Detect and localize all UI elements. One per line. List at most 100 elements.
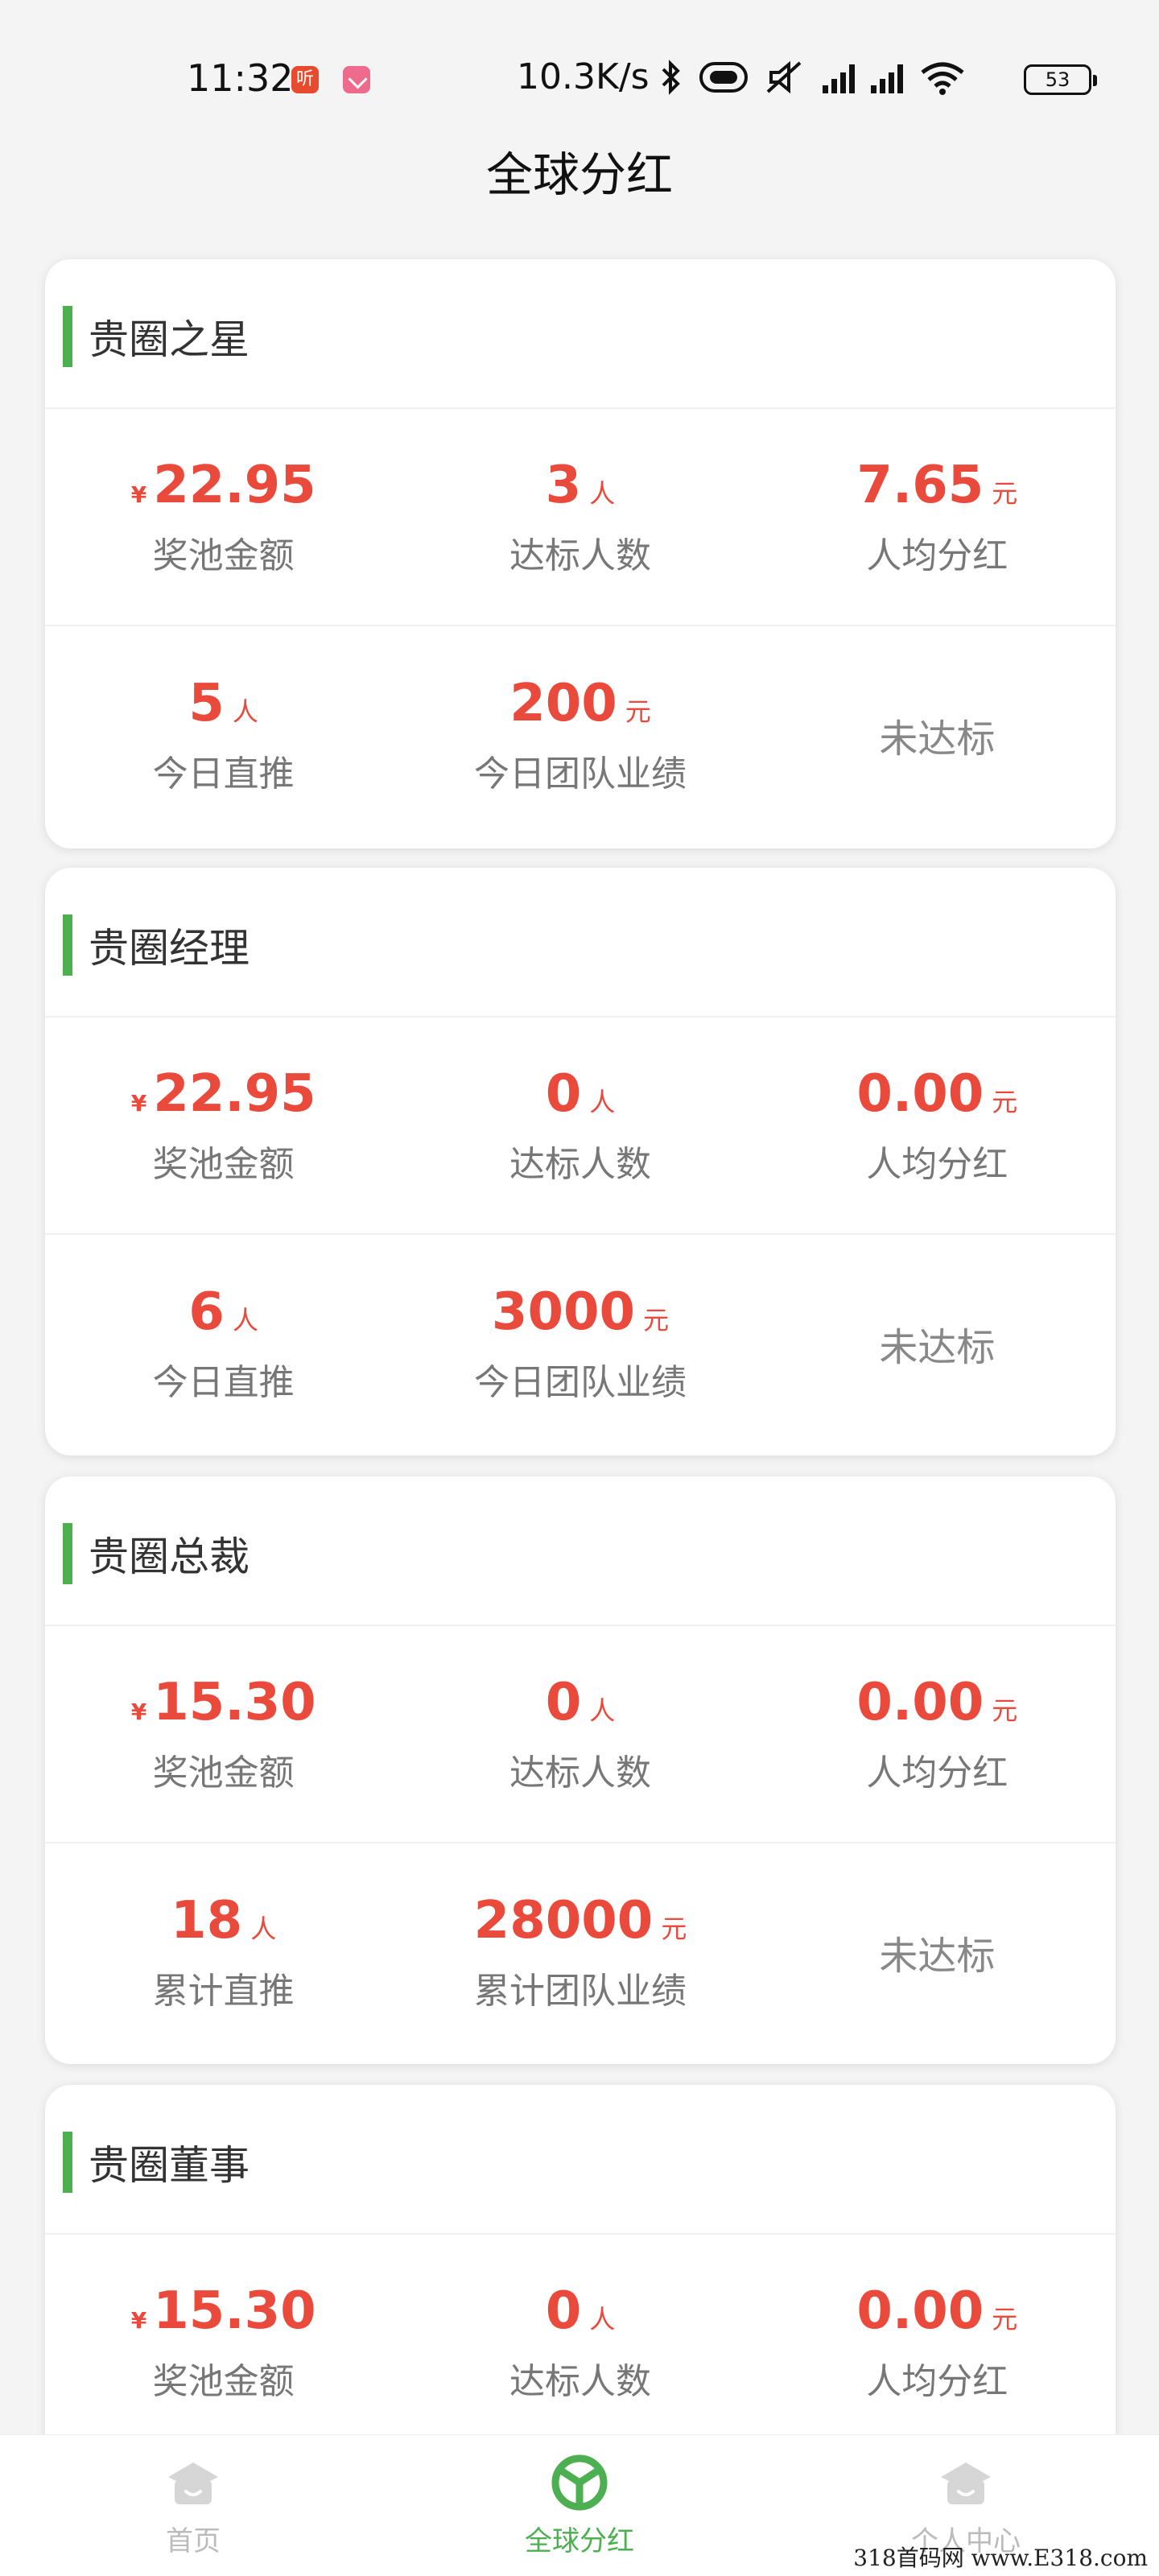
network-speed: 10.3K/s — [517, 56, 650, 97]
qualified-count-label: 达标人数 — [509, 2361, 651, 2402]
pool-amount-label: 奖池金额 — [152, 1752, 295, 1794]
title-accent-bar — [63, 2132, 72, 2193]
direct-referrals-label: 今日直推 — [152, 1362, 295, 1403]
nav-item-home[interactable]: 首页 — [0, 2435, 386, 2576]
watermark-text: 318首码网 www.E318.com — [853, 2545, 1148, 2571]
pool-amount: ¥15.30 奖池金额 — [45, 1626, 402, 1842]
dividend-card: 贵圈总裁 ¥15.30 奖池金额 0人 达标人数 0.00 元 人均分红 18 人 … — [45, 1476, 1116, 2064]
per-capita-dividend: 0.00 元 人均分红 — [759, 2235, 1116, 2450]
qualified-count: 0人 达标人数 — [402, 1626, 758, 1842]
cumulative-referrals-value: 18 — [171, 1891, 243, 1951]
signal-icon — [871, 61, 903, 93]
pool-amount: ¥15.30 奖池金额 — [45, 2235, 402, 2450]
bottom-nav: 首页 全球分红 个人中心 318首码网 www.E318.com — [0, 2434, 1159, 2576]
direct-referrals-value: 5 — [188, 674, 225, 733]
qualified-count-label: 达标人数 — [509, 1144, 651, 1185]
per-capita-value: 7.65 — [856, 456, 984, 515]
mute-icon — [766, 60, 802, 94]
per-capita-label: 人均分红 — [866, 2361, 1008, 2402]
unit: 人 — [232, 1305, 258, 1335]
team-performance-label: 今日团队业绩 — [473, 1362, 687, 1403]
cumulative-team-performance: 28000 元 累计团队业绩 — [402, 1843, 758, 2061]
status-time: 11:32 — [187, 56, 294, 100]
battery-icon: 53 — [1024, 64, 1097, 95]
qualified-count-value: 0 — [545, 2281, 582, 2341]
per-capita-dividend: 0.00 元 人均分红 — [759, 1018, 1116, 1233]
card-title: 贵圈经理 — [89, 925, 250, 972]
card-title: 贵圈之星 — [89, 316, 250, 363]
nfc-icon — [699, 62, 748, 93]
status-icons — [660, 60, 966, 95]
nav-label: 首页 — [166, 2525, 221, 2557]
title-accent-bar — [63, 914, 72, 976]
qualified-count-value: 0 — [545, 1064, 582, 1124]
qualified-count: 3人 达标人数 — [402, 409, 758, 625]
listen-app-icon: 听 — [291, 66, 319, 93]
per-capita-value: 0.00 — [856, 1673, 984, 1732]
unit: 元 — [643, 1305, 670, 1335]
status-bar: 11:32 听 10.3K/s 53 — [0, 0, 1159, 145]
dividend-card: 贵圈之星 ¥22.95 奖池金额 3人 达标人数 7.65 元 人均分红 5人 今… — [45, 259, 1116, 848]
unit: 人 — [589, 1087, 616, 1117]
progress-row: 6人 今日直推 3000 元 今日团队业绩 未达标 — [45, 1235, 1116, 1452]
unit: 人 — [589, 1695, 616, 1726]
progress-row: 18 人 累计直推 28000 元 累计团队业绩 未达标 — [45, 1843, 1116, 2061]
team-performance: 200 元 今日团队业绩 — [402, 626, 758, 844]
pool-amount-value: 15.30 — [153, 2281, 316, 2341]
team-performance-value: 3000 — [491, 1282, 636, 1342]
unit: 元 — [992, 478, 1018, 509]
direct-referrals-label: 今日直推 — [152, 753, 295, 795]
per-capita-value: 0.00 — [856, 1064, 984, 1124]
cumulative-referrals-label: 累计直推 — [152, 1971, 295, 2012]
unit: 人 — [589, 2304, 616, 2334]
qualified-count-value: 0 — [545, 1673, 582, 1732]
team-performance-label: 今日团队业绩 — [473, 753, 687, 795]
currency-symbol: ¥ — [130, 1699, 147, 1725]
qualified-count: 0人 达标人数 — [402, 1018, 758, 1233]
currency-symbol: ¥ — [130, 2307, 147, 2334]
card-header: 贵圈总裁 — [45, 1476, 1116, 1626]
pool-stats-row: ¥15.30 奖池金额 0人 达标人数 0.00 元 人均分红 — [45, 1626, 1116, 1843]
title-accent-bar — [63, 1523, 72, 1584]
unit: 元 — [992, 1087, 1018, 1117]
unit: 人 — [589, 478, 616, 509]
per-capita-dividend: 7.65 元 人均分红 — [759, 409, 1116, 625]
pool-amount-label: 奖池金额 — [152, 535, 295, 576]
pool-amount: ¥22.95 奖池金额 — [45, 1018, 402, 1233]
profile-icon — [941, 2462, 991, 2504]
wifi-icon — [921, 62, 964, 95]
unit: 人 — [250, 1913, 277, 1944]
unit: 元 — [992, 2304, 1018, 2334]
unit: 元 — [625, 696, 651, 727]
page: 11:32 听 10.3K/s 53 全球分红 贵圈之星 ¥22.95 奖池金额… — [0, 0, 1159, 2576]
direct-referrals: 5人 今日直推 — [45, 626, 402, 844]
team-performance-value: 200 — [509, 674, 617, 733]
pool-stats-row: ¥22.95 奖池金额 3人 达标人数 7.65 元 人均分红 — [45, 409, 1116, 626]
download-app-icon — [343, 66, 370, 93]
card-header: 贵圈董事 — [45, 2085, 1116, 2235]
pool-stats-row: ¥22.95 奖池金额 0人 达标人数 0.00 元 人均分红 — [45, 1018, 1116, 1235]
home-icon — [168, 2462, 218, 2504]
qualified-count-value: 3 — [545, 456, 582, 515]
page-title: 全球分红 — [485, 147, 673, 202]
qualification-status: 未达标 — [759, 1843, 1116, 2061]
nav-item-dividend[interactable]: 全球分红 — [386, 2435, 773, 2576]
dividend-icon — [551, 2454, 608, 2511]
qualified-count-label: 达标人数 — [509, 535, 651, 576]
currency-symbol: ¥ — [130, 1090, 147, 1117]
qualified-count: 0人 达标人数 — [402, 2235, 758, 2450]
hd-signal-icon — [823, 61, 855, 93]
pool-amount-value: 22.95 — [153, 456, 316, 515]
pool-amount-label: 奖池金额 — [152, 1144, 295, 1185]
per-capita-dividend: 0.00 元 人均分红 — [759, 1626, 1116, 1842]
direct-referrals: 6人 今日直推 — [45, 1235, 402, 1452]
dividend-card: 贵圈经理 ¥22.95 奖池金额 0人 达标人数 0.00 元 人均分红 6人 今… — [45, 868, 1116, 1455]
status-text: 未达标 — [879, 1325, 996, 1370]
card-header: 贵圈经理 — [45, 868, 1116, 1018]
unit: 元 — [992, 1695, 1018, 1726]
per-capita-label: 人均分红 — [866, 535, 1008, 576]
card-title: 贵圈总裁 — [89, 1534, 250, 1580]
currency-symbol: ¥ — [130, 481, 147, 508]
unit: 元 — [661, 1913, 687, 1944]
pool-amount-value: 15.30 — [153, 1673, 316, 1732]
